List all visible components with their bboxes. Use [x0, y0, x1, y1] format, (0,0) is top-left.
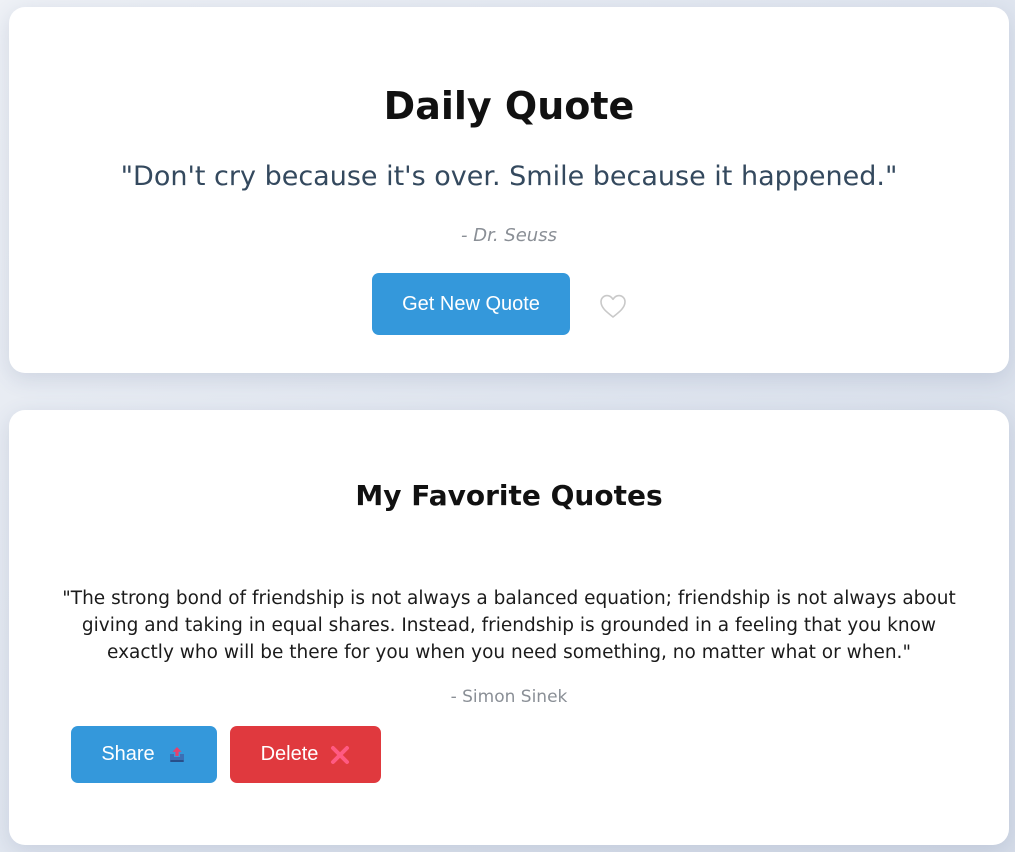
daily-quote-title: Daily Quote	[383, 84, 635, 128]
delete-button-label: Delete	[260, 743, 319, 765]
daily-quote-author: - Dr. Seuss	[461, 225, 557, 246]
daily-quote-text: "Don't cry because it's over. Smile beca…	[120, 161, 898, 192]
outbox-tray-icon	[167, 745, 187, 765]
favorite-quotes-card: My Favorite Quotes "The strong bond of f…	[9, 410, 1009, 845]
favorite-quote-text: "The strong bond of friendship is not al…	[62, 588, 956, 663]
share-button[interactable]: Share	[71, 726, 217, 783]
get-new-quote-button[interactable]: Get New Quote	[372, 273, 570, 335]
favorite-quote-author: - Simon Sinek	[450, 687, 568, 707]
daily-quote-card: Daily Quote "Don't cry because it's over…	[9, 7, 1009, 373]
delete-button[interactable]: Delete	[230, 726, 381, 783]
share-button-label: Share	[101, 743, 155, 765]
cross-mark-icon	[330, 745, 350, 765]
heart-icon[interactable]	[597, 291, 629, 321]
favorite-quotes-title: My Favorite Quotes	[355, 479, 663, 512]
